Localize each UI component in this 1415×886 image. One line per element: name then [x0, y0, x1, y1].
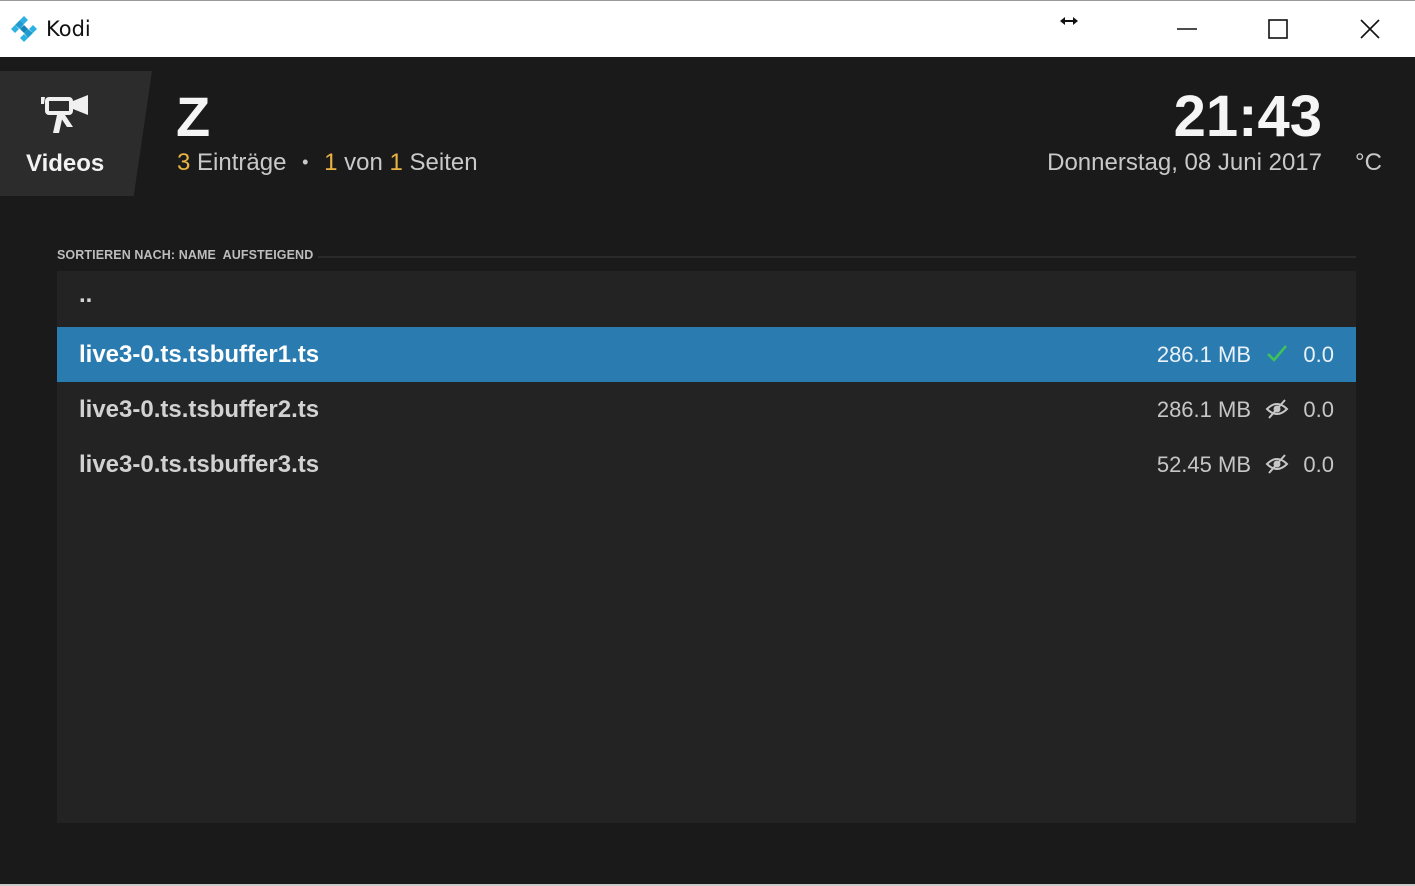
- kodi-logo-icon: [11, 16, 37, 42]
- page-current: 1: [324, 149, 338, 176]
- item-count-info: 3 Einträge • 1 von 1 Seiten: [177, 149, 478, 177]
- section-videos-tile[interactable]: Videos: [0, 71, 152, 196]
- weather-temperature: °C: [1355, 149, 1382, 176]
- file-list[interactable]: .. live3-0.ts.tsbuffer1.ts 286.1 MB 0.0 …: [57, 271, 1356, 823]
- file-rating: 0.0: [1303, 397, 1334, 422]
- file-size: 286.1 MB: [1156, 397, 1251, 422]
- file-rating: 0.0: [1303, 452, 1334, 477]
- entries-label: Einträge: [197, 149, 287, 176]
- folder-title: Z: [176, 85, 211, 148]
- sort-label[interactable]: SORTIEREN NACH: NAME AUFSTEIGEND: [57, 248, 313, 262]
- checkmark-icon: [1267, 345, 1287, 362]
- file-rating: 0.0: [1303, 342, 1334, 367]
- list-item[interactable]: live3-0.ts.tsbuffer3.ts 52.45 MB 0.0: [57, 437, 1356, 492]
- page-of-label: von: [344, 149, 383, 176]
- minimize-button[interactable]: [1141, 1, 1233, 57]
- section-label: Videos: [26, 150, 105, 177]
- file-size: 52.45 MB: [1156, 452, 1251, 477]
- file-size: 286.1 MB: [1156, 342, 1251, 367]
- resize-arrows-icon: [1060, 17, 1078, 25]
- info-separator: •: [302, 152, 309, 172]
- unwatched-eye-icon: [1265, 454, 1289, 474]
- file-name: live3-0.ts.tsbuffer3.ts: [79, 451, 320, 478]
- maximize-icon: [1268, 19, 1288, 39]
- minimize-icon: [1177, 28, 1197, 30]
- window-titlebar[interactable]: Kodi: [0, 0, 1415, 57]
- unwatched-eye-icon: [1265, 399, 1289, 419]
- sort-divider: [318, 256, 1356, 258]
- close-button[interactable]: [1324, 1, 1415, 57]
- file-name: live3-0.ts.tsbuffer1.ts: [79, 341, 320, 368]
- pages-label: Seiten: [409, 149, 478, 176]
- parent-folder-label: ..: [79, 281, 93, 308]
- entry-count: 3: [177, 149, 191, 176]
- maximize-button[interactable]: [1232, 1, 1324, 57]
- list-item[interactable]: live3-0.ts.tsbuffer1.ts 286.1 MB 0.0: [57, 327, 1356, 382]
- list-item[interactable]: live3-0.ts.tsbuffer2.ts 286.1 MB 0.0: [57, 382, 1356, 437]
- file-name: live3-0.ts.tsbuffer2.ts: [79, 396, 320, 423]
- close-icon: [1360, 19, 1380, 39]
- video-camera-icon: [41, 95, 88, 133]
- kodi-main-view: Videos Z 3 Einträge • 1 von 1 Seiten 21:…: [0, 57, 1415, 886]
- list-item-parent-folder[interactable]: ..: [57, 271, 1356, 326]
- date-label: Donnerstag, 08 Juni 2017: [1047, 149, 1322, 176]
- window-title: Kodi: [46, 17, 91, 41]
- page-total: 1: [389, 149, 403, 176]
- clock: 21:43: [1173, 84, 1322, 149]
